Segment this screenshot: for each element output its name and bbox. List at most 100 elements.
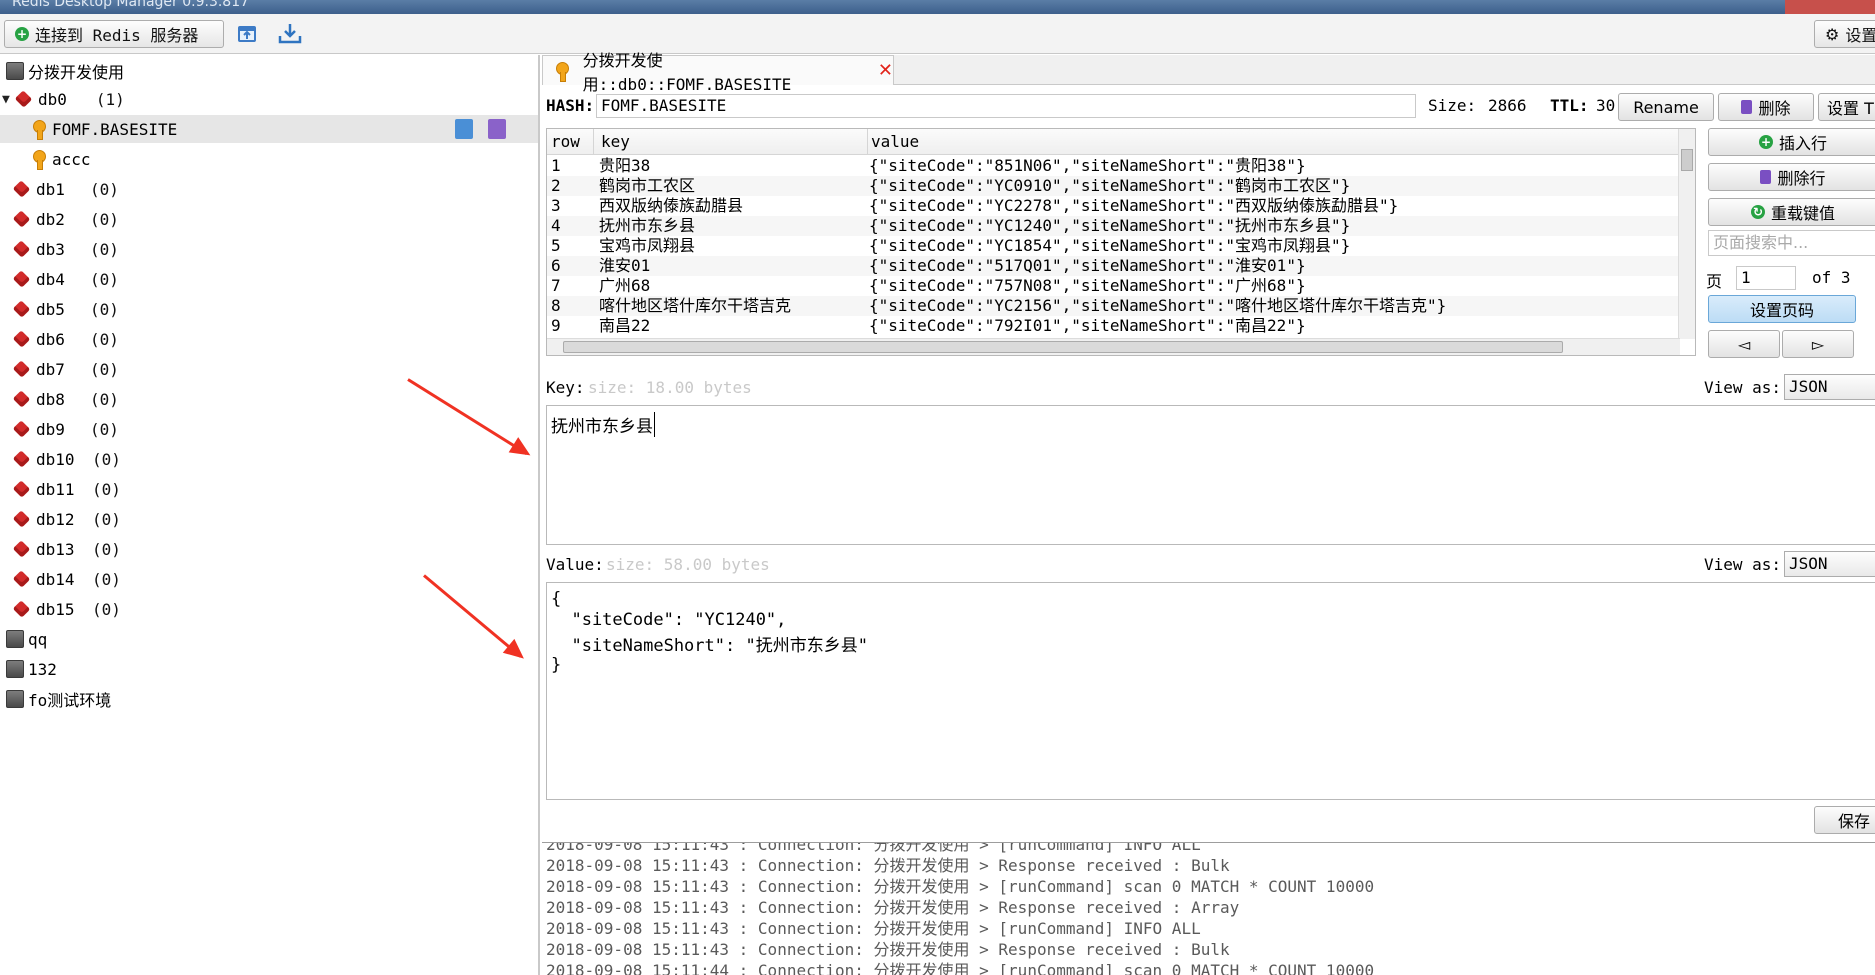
trash-icon [1760,170,1772,184]
key-editor[interactable]: 抚州市东乡县 [546,405,1875,545]
table-row[interactable]: 5 宝鸡市凤翔县 {"siteCode":"YC1854","siteNameSho… [547,236,1680,256]
tree-db[interactable]: db7 (0) [0,355,538,383]
window-close-button[interactable] [1785,0,1875,14]
table-row[interactable]: 8 喀什地区塔什库尔干塔吉克 {"siteCode":"YC2156","siteN… [547,296,1680,316]
delete-row-label: 删除行 [1777,169,1826,188]
next-page-button[interactable]: ▻ [1782,330,1854,358]
tree-db[interactable]: db9 (0) [0,415,538,443]
column-header-value[interactable]: value [871,132,919,151]
cell-value: {"siteCode":"YC1854","siteNameShort":"宝鸡… [869,236,1351,255]
tree-connection-label: fo测试环境 [28,691,112,710]
cell-key: 喀什地区塔什库尔干塔吉克 [599,296,792,315]
page-number-input[interactable]: 1 [1736,266,1796,290]
database-icon [12,600,32,618]
database-icon [12,510,32,528]
table-row[interactable]: 4 抚州市东乡县 {"siteCode":"YC1240","siteNameSho… [547,216,1680,236]
settings-button[interactable]: ⚙ 设置 [1814,20,1875,48]
delete-row-button[interactable]: 删除行 [1708,163,1875,191]
tree-db[interactable]: db3 (0) [0,235,538,263]
db-count: (0) [90,329,119,349]
tree-db[interactable]: db11 (0) [0,475,538,503]
tree-db[interactable]: db13 (0) [0,535,538,563]
tree-connection[interactable]: qq [0,625,538,653]
tree-db[interactable]: db12 (0) [0,505,538,533]
tree-connection[interactable]: 132 [0,655,538,683]
rename-button[interactable]: Rename [1618,93,1714,121]
tree-key[interactable]: accc [0,145,538,173]
table-row[interactable]: 2 鹤岗市工农区 {"siteCode":"YC0910","siteNameSho… [547,176,1680,196]
edit-key-icon[interactable] [455,119,473,139]
tree-db[interactable]: db10 (0) [0,445,538,473]
database-icon [12,450,32,468]
tree-db[interactable]: db15 (0) [0,595,538,623]
table-row[interactable]: 6 淮安01 {"siteCode":"517Q01","siteNameShort… [547,256,1680,276]
db0-label: db0 [38,89,67,109]
reload-label: 重载键值 [1770,204,1835,223]
delete-key-icon[interactable] [488,119,506,139]
import-icon[interactable] [232,20,262,48]
column-header-key[interactable]: key [601,132,630,151]
prev-page-button[interactable]: ◅ [1708,330,1780,358]
cell-row: 2 [551,176,561,195]
save-button[interactable]: 保存 [1814,806,1875,834]
tree-db[interactable]: db5 (0) [0,295,538,323]
tree-db[interactable]: db4 (0) [0,265,538,293]
cell-key: 西双版纳傣族勐腊县 [599,196,744,215]
tree-connection-label: qq [28,629,48,649]
close-tab-icon[interactable]: ✕ [878,60,893,81]
cell-row: 8 [551,296,561,315]
key-view-as-select[interactable]: JSON [1784,374,1875,400]
cell-value: {"siteCode":"YC1240","siteNameShort":"抚州… [869,216,1351,235]
set-page-button[interactable]: 设置页码 [1708,295,1856,323]
column-header-row[interactable]: row [551,132,580,151]
cell-row: 7 [551,276,561,295]
db-count: (0) [92,599,121,619]
database-icon [12,390,32,408]
cell-key: 淮安01 [599,256,651,275]
tree-db0[interactable]: ▼ db0 (1) [0,85,538,113]
set-ttl-button[interactable]: 设置 T [1818,93,1875,121]
table-header: row key value [547,129,1680,155]
table-row[interactable]: 7 广州68 {"siteCode":"757N08","siteNameShort… [547,276,1680,296]
database-icon [12,210,32,228]
db-label: db10 [36,449,75,469]
tree-db[interactable]: db2 (0) [0,205,538,233]
value-view-as-label: View as: [1704,555,1782,574]
value-view-as-select[interactable]: JSON [1784,551,1875,577]
table-row[interactable]: 3 西双版纳傣族勐腊县 {"siteCode":"YC2278","siteName… [547,196,1680,216]
tree-db[interactable]: db1 (0) [0,175,538,203]
connect-button[interactable]: + 连接到 Redis 服务器 [4,20,224,48]
gear-icon: ⚙ [1825,24,1840,44]
table-horizontal-scrollbar[interactable] [547,338,1680,355]
tree-key-selected[interactable]: FOMF.BASESITE [0,115,538,143]
value-editor[interactable]: { "siteCode": "YC1240", "siteNameShort":… [546,582,1875,800]
tree-db[interactable]: db6 (0) [0,325,538,353]
size-value: 2866 [1488,96,1527,115]
reload-button[interactable]: ↻ 重载键值 [1708,198,1875,226]
cell-value: {"siteCode":"851N06","siteNameShort":"贵阳… [869,156,1306,175]
delete-key-button[interactable]: 删除 [1718,93,1814,121]
cell-value: {"siteCode":"757N08","siteNameShort":"广州… [869,276,1306,295]
database-icon [12,180,32,198]
page-label: 页 [1706,272,1723,291]
tree-db[interactable]: db14 (0) [0,565,538,593]
tree-connection[interactable]: 分拨开发使用 [0,57,538,85]
insert-row-button[interactable]: + 插入行 [1708,128,1875,156]
reload-icon: ↻ [1750,205,1765,219]
cell-key: 广州68 [599,276,651,295]
table-row[interactable]: 9 南昌22 {"siteCode":"792I01","siteNameShort… [547,316,1680,336]
table-vertical-scrollbar[interactable] [1678,129,1695,339]
db-label: db6 [36,329,65,349]
db-count: (0) [92,479,121,499]
db-count: (0) [90,179,119,199]
db-count: (0) [90,269,119,289]
page-total: of 3 [1812,268,1851,287]
export-icon[interactable] [275,20,305,48]
tree-connection[interactable]: fo测试环境 [0,685,538,713]
table-row[interactable]: 1 贵阳38 {"siteCode":"851N06","siteNameShort… [547,156,1680,176]
key-icon [30,119,48,140]
tab-key-viewer[interactable]: 分拨开发使用::db0::FOMF.BASESITE ✕ [542,51,894,94]
key-name-field[interactable]: FOMF.BASESITE [596,94,1416,118]
page-search-input[interactable]: 页面搜索中... [1708,230,1875,256]
expand-triangle-icon[interactable]: ▼ [2,92,14,107]
